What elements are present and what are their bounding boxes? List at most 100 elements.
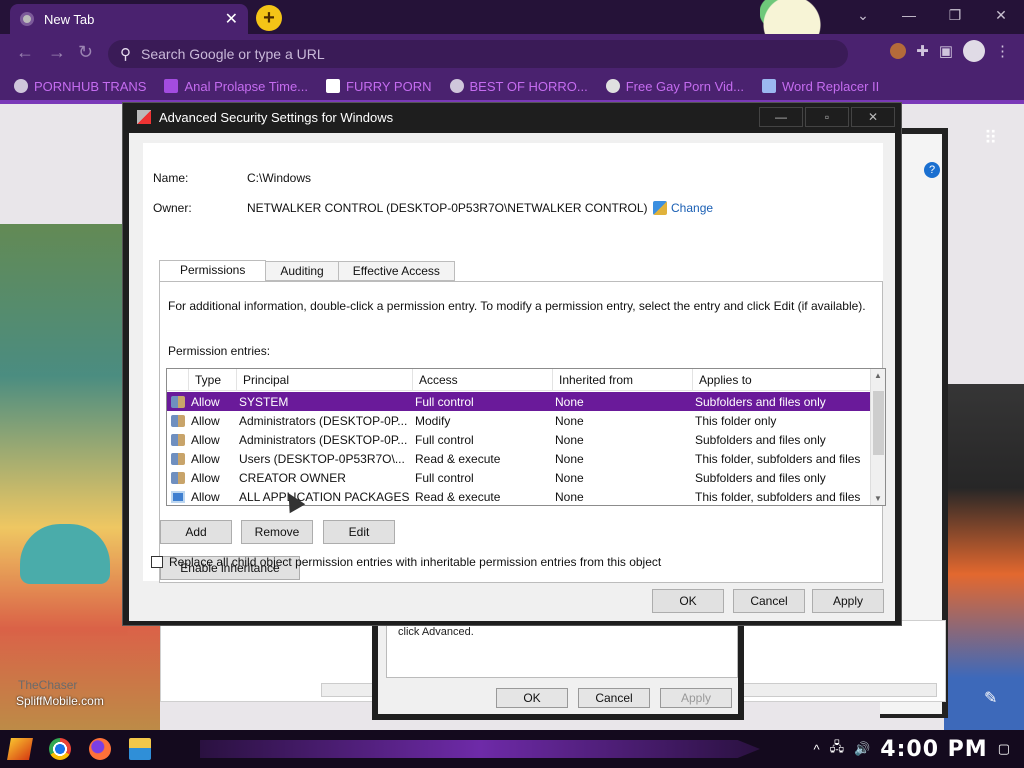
name-value: C:\Windows <box>247 171 312 185</box>
apps-grid-icon[interactable]: ⠿ <box>984 128 997 149</box>
tab-strip: New Tab ✕ + ⌄ — ❐ ✕ <box>0 0 1024 62</box>
network-icon[interactable]: 🖧 <box>830 738 845 760</box>
minimize-icon[interactable]: — <box>886 0 932 30</box>
scroll-thumb[interactable] <box>873 391 884 455</box>
tab-effective-access[interactable]: Effective Access <box>337 261 455 281</box>
replace-child-permissions-label: Replace all child object permission entr… <box>169 555 662 569</box>
close-tab-icon[interactable]: ✕ <box>225 9 238 29</box>
new-tab-button[interactable]: + <box>256 5 282 31</box>
bookmark-item[interactable]: BEST OF HORRO... <box>449 79 588 94</box>
help-icon[interactable]: ? <box>924 162 940 178</box>
start-button[interactable] <box>0 730 40 768</box>
user-group-icon <box>171 452 185 465</box>
scroll-up-icon[interactable]: ▲ <box>874 371 882 380</box>
taskbar-firefox[interactable] <box>80 730 120 768</box>
extensions-icon[interactable]: ✚ <box>916 42 929 60</box>
table-row[interactable]: Allow CREATOR OWNER Full control None Subfol… <box>167 468 871 487</box>
bookmark-item[interactable]: PORNHUB TRANS <box>14 79 146 94</box>
menu-icon[interactable]: ⋮ <box>995 42 1010 60</box>
app-package-icon <box>171 490 185 503</box>
replace-child-permissions-row[interactable]: Replace all child object permission entr… <box>151 555 661 569</box>
edit-button[interactable]: Edit <box>323 520 395 544</box>
permission-entries-label: Permission entries: <box>168 344 271 358</box>
folder-icon <box>129 738 151 760</box>
dialog-maximize-icon[interactable]: ▫ <box>805 107 849 127</box>
permission-tabs: Permissions Auditing Effective Access <box>159 260 455 282</box>
table-row[interactable]: Allow Administrators (DESKTOP-0P... Full c… <box>167 430 871 449</box>
bookmarks-bar: PORNHUB TRANS Anal Prolapse Time... FURR… <box>0 72 1024 100</box>
show-hidden-icons-icon[interactable]: ^ <box>814 742 820 757</box>
uac-shield-icon <box>653 201 667 215</box>
column-header-principal[interactable]: Principal <box>237 369 413 390</box>
column-header-applies[interactable]: Applies to <box>693 369 871 390</box>
notifications-icon[interactable]: ▢ <box>998 741 1010 757</box>
address-bar[interactable]: ⚲ Search Google or type a URL <box>108 40 848 68</box>
table-row[interactable]: Allow Administrators (DESKTOP-0P... Modify… <box>167 411 871 430</box>
bookmark-item[interactable]: Anal Prolapse Time... <box>164 79 308 94</box>
restore-icon[interactable]: ❐ <box>932 0 978 30</box>
system-tray: ^ 🖧 🔊 4:00 PM ▢ <box>814 730 1024 768</box>
table-row[interactable]: Allow Users (DESKTOP-0P53R7O\... Read & ex… <box>167 449 871 468</box>
background-ok-button[interactable]: OK <box>496 688 568 708</box>
table-row[interactable]: Allow SYSTEM Full control None Subfolders an… <box>167 392 871 411</box>
permission-entries-list[interactable]: Type Principal Access Inherited from App… <box>166 368 886 506</box>
reload-icon[interactable]: ↻ <box>78 42 93 63</box>
dialog-body: Name: C:\Windows Owner: NETWALKER CONTRO… <box>129 133 895 621</box>
forward-icon[interactable]: → <box>48 42 66 63</box>
close-window-icon[interactable]: ✕ <box>978 0 1024 30</box>
tab-auditing[interactable]: Auditing <box>265 261 339 281</box>
column-header-inherited[interactable]: Inherited from <box>553 369 693 390</box>
list-header: Type Principal Access Inherited from App… <box>167 369 871 391</box>
column-header-access[interactable]: Access <box>413 369 553 390</box>
user-group-icon <box>171 395 185 408</box>
column-header-type[interactable]: Type <box>189 369 237 390</box>
extension-avatar-icon[interactable] <box>890 43 907 59</box>
dialog-panel: Name: C:\Windows Owner: NETWALKER CONTRO… <box>143 143 886 583</box>
scroll-down-icon[interactable]: ▼ <box>874 494 882 503</box>
windows-logo-icon <box>7 738 33 760</box>
info-text: For additional information, double-click… <box>168 299 866 313</box>
watermark-top: TheChaser <box>18 678 78 692</box>
dialog-minimize-icon[interactable]: — <box>759 107 803 127</box>
apply-button[interactable]: Apply <box>812 589 884 613</box>
dialog-close-icon[interactable]: ✕ <box>851 107 895 127</box>
pencil-icon[interactable]: ✎ <box>984 688 997 708</box>
watermark-site: SpliffMobile.com <box>16 694 104 708</box>
chrome-favicon-icon <box>20 12 34 26</box>
background-window-security: click Advanced. OK Cancel Apply <box>372 620 744 720</box>
tab-new-tab[interactable]: New Tab ✕ <box>10 4 248 34</box>
add-button[interactable]: Add <box>160 520 232 544</box>
table-row[interactable]: Allow ALL APPLICATION PACKAGES Read & exec… <box>167 487 871 505</box>
change-owner-link[interactable]: Change <box>653 201 713 215</box>
taskbar-file-explorer[interactable] <box>120 730 160 768</box>
taskbar-chrome[interactable] <box>40 730 80 768</box>
owner-value: NETWALKER CONTROL (DESKTOP-0P53R7O\NETWA… <box>247 201 648 215</box>
window-controls: ⌄ — ❐ ✕ <box>840 0 1024 30</box>
tab-permissions[interactable]: Permissions <box>159 260 267 282</box>
name-label: Name: <box>153 171 189 185</box>
list-scrollbar[interactable]: ▲ ▼ <box>870 369 885 505</box>
clock[interactable]: 4:00 PM <box>880 737 987 762</box>
remove-button[interactable]: Remove <box>241 520 313 544</box>
background-dialog-text: click Advanced. <box>398 626 474 638</box>
cancel-button[interactable]: Cancel <box>733 589 805 613</box>
dialog-title: Advanced Security Settings for Windows <box>159 109 394 125</box>
background-apply-button: Apply <box>660 688 732 708</box>
advanced-security-dialog: Advanced Security Settings for Windows —… <box>122 102 902 626</box>
profile-icon[interactable] <box>963 40 985 62</box>
replace-child-permissions-checkbox[interactable] <box>151 556 163 568</box>
ok-button[interactable]: OK <box>652 589 724 613</box>
back-icon[interactable]: ← <box>16 42 34 63</box>
bookmark-item[interactable]: FURRY PORN <box>326 79 432 94</box>
change-owner-label: Change <box>671 201 714 215</box>
tab-search-icon[interactable]: ⌄ <box>840 0 886 30</box>
user-group-icon <box>171 433 185 446</box>
owner-label: Owner: <box>153 201 192 215</box>
side-panel-icon[interactable]: ▣ <box>939 42 953 60</box>
permissions-tab-panel: For additional information, double-click… <box>159 281 886 583</box>
bookmark-item[interactable]: Word Replacer II <box>761 79 879 94</box>
background-cancel-button[interactable]: Cancel <box>578 688 650 708</box>
bookmark-item[interactable]: Free Gay Porn Vid... <box>605 79 744 94</box>
omnibox-placeholder: Search Google or type a URL <box>141 46 325 62</box>
volume-icon[interactable]: 🔊 <box>854 741 870 757</box>
